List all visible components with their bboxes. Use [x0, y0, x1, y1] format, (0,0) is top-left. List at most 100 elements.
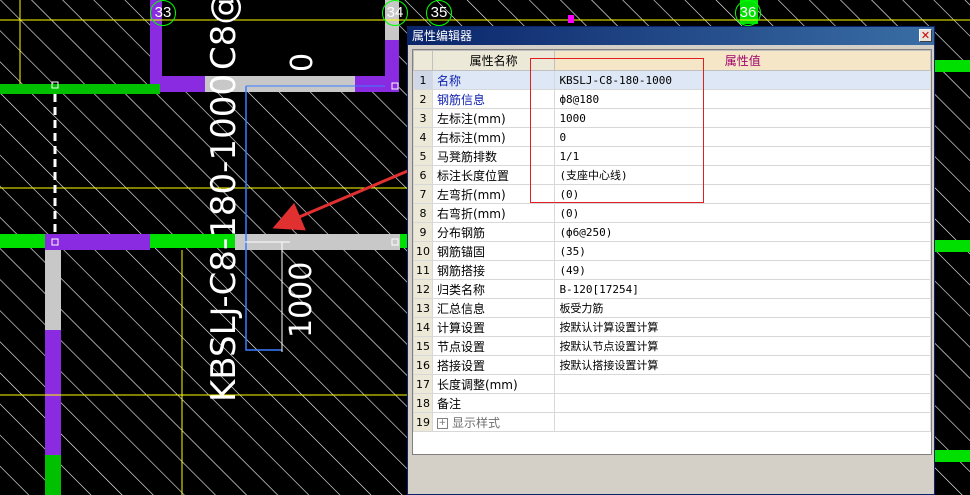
property-name-label: 分布钢筋	[436, 225, 485, 240]
property-name-label: 右弯折(mm)	[436, 206, 506, 221]
void-region-top	[160, 0, 385, 76]
node-marker-magenta	[568, 15, 574, 23]
table-row[interactable]: 16 搭接设置 按默认搭接设置计算	[413, 355, 931, 375]
table-row[interactable]: 10 钢筋锚固 (35)	[413, 241, 931, 261]
property-value[interactable]: 板受力筋	[554, 298, 931, 318]
property-name: 左标注(mm)	[431, 108, 556, 128]
row-index: 1	[413, 70, 433, 90]
property-name-label: 计算设置	[436, 320, 485, 335]
beam-green-right-bottom	[935, 450, 970, 462]
table-row[interactable]: 5 马凳筋排数 1/1	[413, 146, 931, 166]
property-value[interactable]: 1/1	[554, 146, 931, 166]
row-index: 2	[413, 89, 433, 109]
rebar-label-top: C8@	[204, 0, 244, 70]
property-value[interactable]: (0)	[554, 203, 931, 223]
property-value[interactable]: B-120[17254]	[554, 279, 931, 299]
property-name: 归类名称	[431, 279, 556, 299]
table-row[interactable]: 9 分布钢筋 (ф6@250)	[413, 222, 931, 242]
table-row[interactable]: 12 归类名称 B-120[17254]	[413, 279, 931, 299]
row-index-header	[413, 50, 433, 71]
property-value[interactable]: 按默认节点设置计算	[554, 336, 931, 356]
table-row[interactable]: 2 钢筋信息 ф8@180	[413, 89, 931, 109]
column-header-value[interactable]: 属性值	[554, 50, 931, 71]
property-name: + 显示样式	[431, 412, 556, 432]
property-editor-titlebar[interactable]: 属性编辑器 ✕	[408, 27, 934, 45]
row-index: 18	[413, 393, 433, 413]
property-editor-title: 属性编辑器	[412, 29, 473, 43]
table-row[interactable]: 14 计算设置 按默认计算设置计算	[413, 317, 931, 337]
row-index: 9	[413, 222, 433, 242]
property-value[interactable]: ф8@180	[554, 89, 931, 109]
row-index: 17	[413, 374, 433, 394]
zero-label: 0	[285, 52, 320, 72]
table-row[interactable]: 17 长度调整(mm)	[413, 374, 931, 394]
row-index: 12	[413, 279, 433, 299]
row-index: 13	[413, 298, 433, 318]
property-value[interactable]: (支座中心线)	[554, 165, 931, 185]
grid-label-34: 34	[382, 0, 408, 26]
row-index: 4	[413, 127, 433, 147]
row-index: 11	[413, 260, 433, 280]
property-value[interactable]: (ф6@250)	[554, 222, 931, 242]
table-row[interactable]: 6 标注长度位置 (支座中心线)	[413, 165, 931, 185]
row-index: 15	[413, 336, 433, 356]
property-name: 右弯折(mm)	[431, 203, 556, 223]
property-name: 钢筋信息	[431, 89, 556, 109]
property-value[interactable]	[554, 374, 931, 394]
expand-icon[interactable]: +	[436, 417, 448, 429]
grid-label-35: 35	[426, 0, 452, 26]
table-row[interactable]: 3 左标注(mm) 1000	[413, 108, 931, 128]
property-table[interactable]: 属性名称 属性值 1 名称 KBSLJ-C8-180-1000 2 钢筋信息 ф8@180…	[412, 49, 932, 455]
property-name-label: 左弯折(mm)	[436, 187, 506, 202]
property-name-label: 长度调整(mm)	[436, 377, 518, 392]
property-name: 标注长度位置	[431, 165, 556, 185]
property-name: 计算设置	[431, 317, 556, 337]
table-row[interactable]: 7 左弯折(mm) (0)	[413, 184, 931, 204]
row-index: 5	[413, 146, 433, 166]
property-name-label: 钢筋搭接	[436, 263, 485, 278]
close-icon[interactable]: ✕	[919, 29, 932, 42]
property-name-label: 节点设置	[436, 339, 485, 354]
property-value[interactable]	[554, 412, 931, 432]
beam-green-right-mid	[935, 240, 970, 252]
grid-label-33: 33	[150, 0, 176, 26]
table-row[interactable]: 1 名称 KBSLJ-C8-180-1000	[413, 70, 931, 90]
property-name: 右标注(mm)	[431, 127, 556, 147]
property-value[interactable]	[554, 393, 931, 413]
property-value[interactable]: 按默认计算设置计算	[554, 317, 931, 337]
property-name-label: 归类名称	[436, 282, 485, 297]
property-name: 节点设置	[431, 336, 556, 356]
property-name-label: 钢筋锚固	[436, 244, 485, 259]
property-editor-window[interactable]: 属性编辑器 ✕ 属性名称 属性值 1 名称 KBSLJ-C8-180-1000 2 钢筋…	[407, 26, 935, 495]
property-value[interactable]: (0)	[554, 184, 931, 204]
beam-green-left-bottom	[45, 455, 61, 495]
row-index: 3	[413, 108, 433, 128]
property-value[interactable]: (49)	[554, 260, 931, 280]
property-value[interactable]: (35)	[554, 241, 931, 261]
property-value[interactable]: 0	[554, 127, 931, 147]
property-name-label: 右标注(mm)	[436, 130, 506, 145]
property-value[interactable]: KBSLJ-C8-180-1000	[554, 70, 931, 90]
table-row[interactable]: 4 右标注(mm) 0	[413, 127, 931, 147]
property-name: 搭接设置	[431, 355, 556, 375]
property-name-label: 汇总信息	[436, 301, 485, 316]
rebar-label-main[interactable]: KBSLJ-C8-180-1000	[204, 74, 244, 402]
column-header-name[interactable]: 属性名称	[431, 50, 556, 71]
table-row[interactable]: 18 备注	[413, 393, 931, 413]
grid-label-36: 36	[735, 0, 761, 26]
property-name: 长度调整(mm)	[431, 374, 556, 394]
row-index: 6	[413, 165, 433, 185]
table-row[interactable]: 8 右弯折(mm) (0)	[413, 203, 931, 223]
table-row[interactable]: 19 + 显示样式	[413, 412, 931, 432]
table-row[interactable]: 15 节点设置 按默认节点设置计算	[413, 336, 931, 356]
property-name: 备注	[431, 393, 556, 413]
table-row[interactable]: 13 汇总信息 板受力筋	[413, 298, 931, 318]
table-row[interactable]: 11 钢筋搭接 (49)	[413, 260, 931, 280]
beam-green-top-left	[0, 84, 160, 94]
property-name-label: 钢筋信息	[436, 92, 485, 107]
property-name: 钢筋锚固	[431, 241, 556, 261]
property-value[interactable]: 1000	[554, 108, 931, 128]
beam-green-right-top	[935, 60, 970, 72]
property-name-label: 标注长度位置	[436, 168, 509, 183]
property-value[interactable]: 按默认搭接设置计算	[554, 355, 931, 375]
